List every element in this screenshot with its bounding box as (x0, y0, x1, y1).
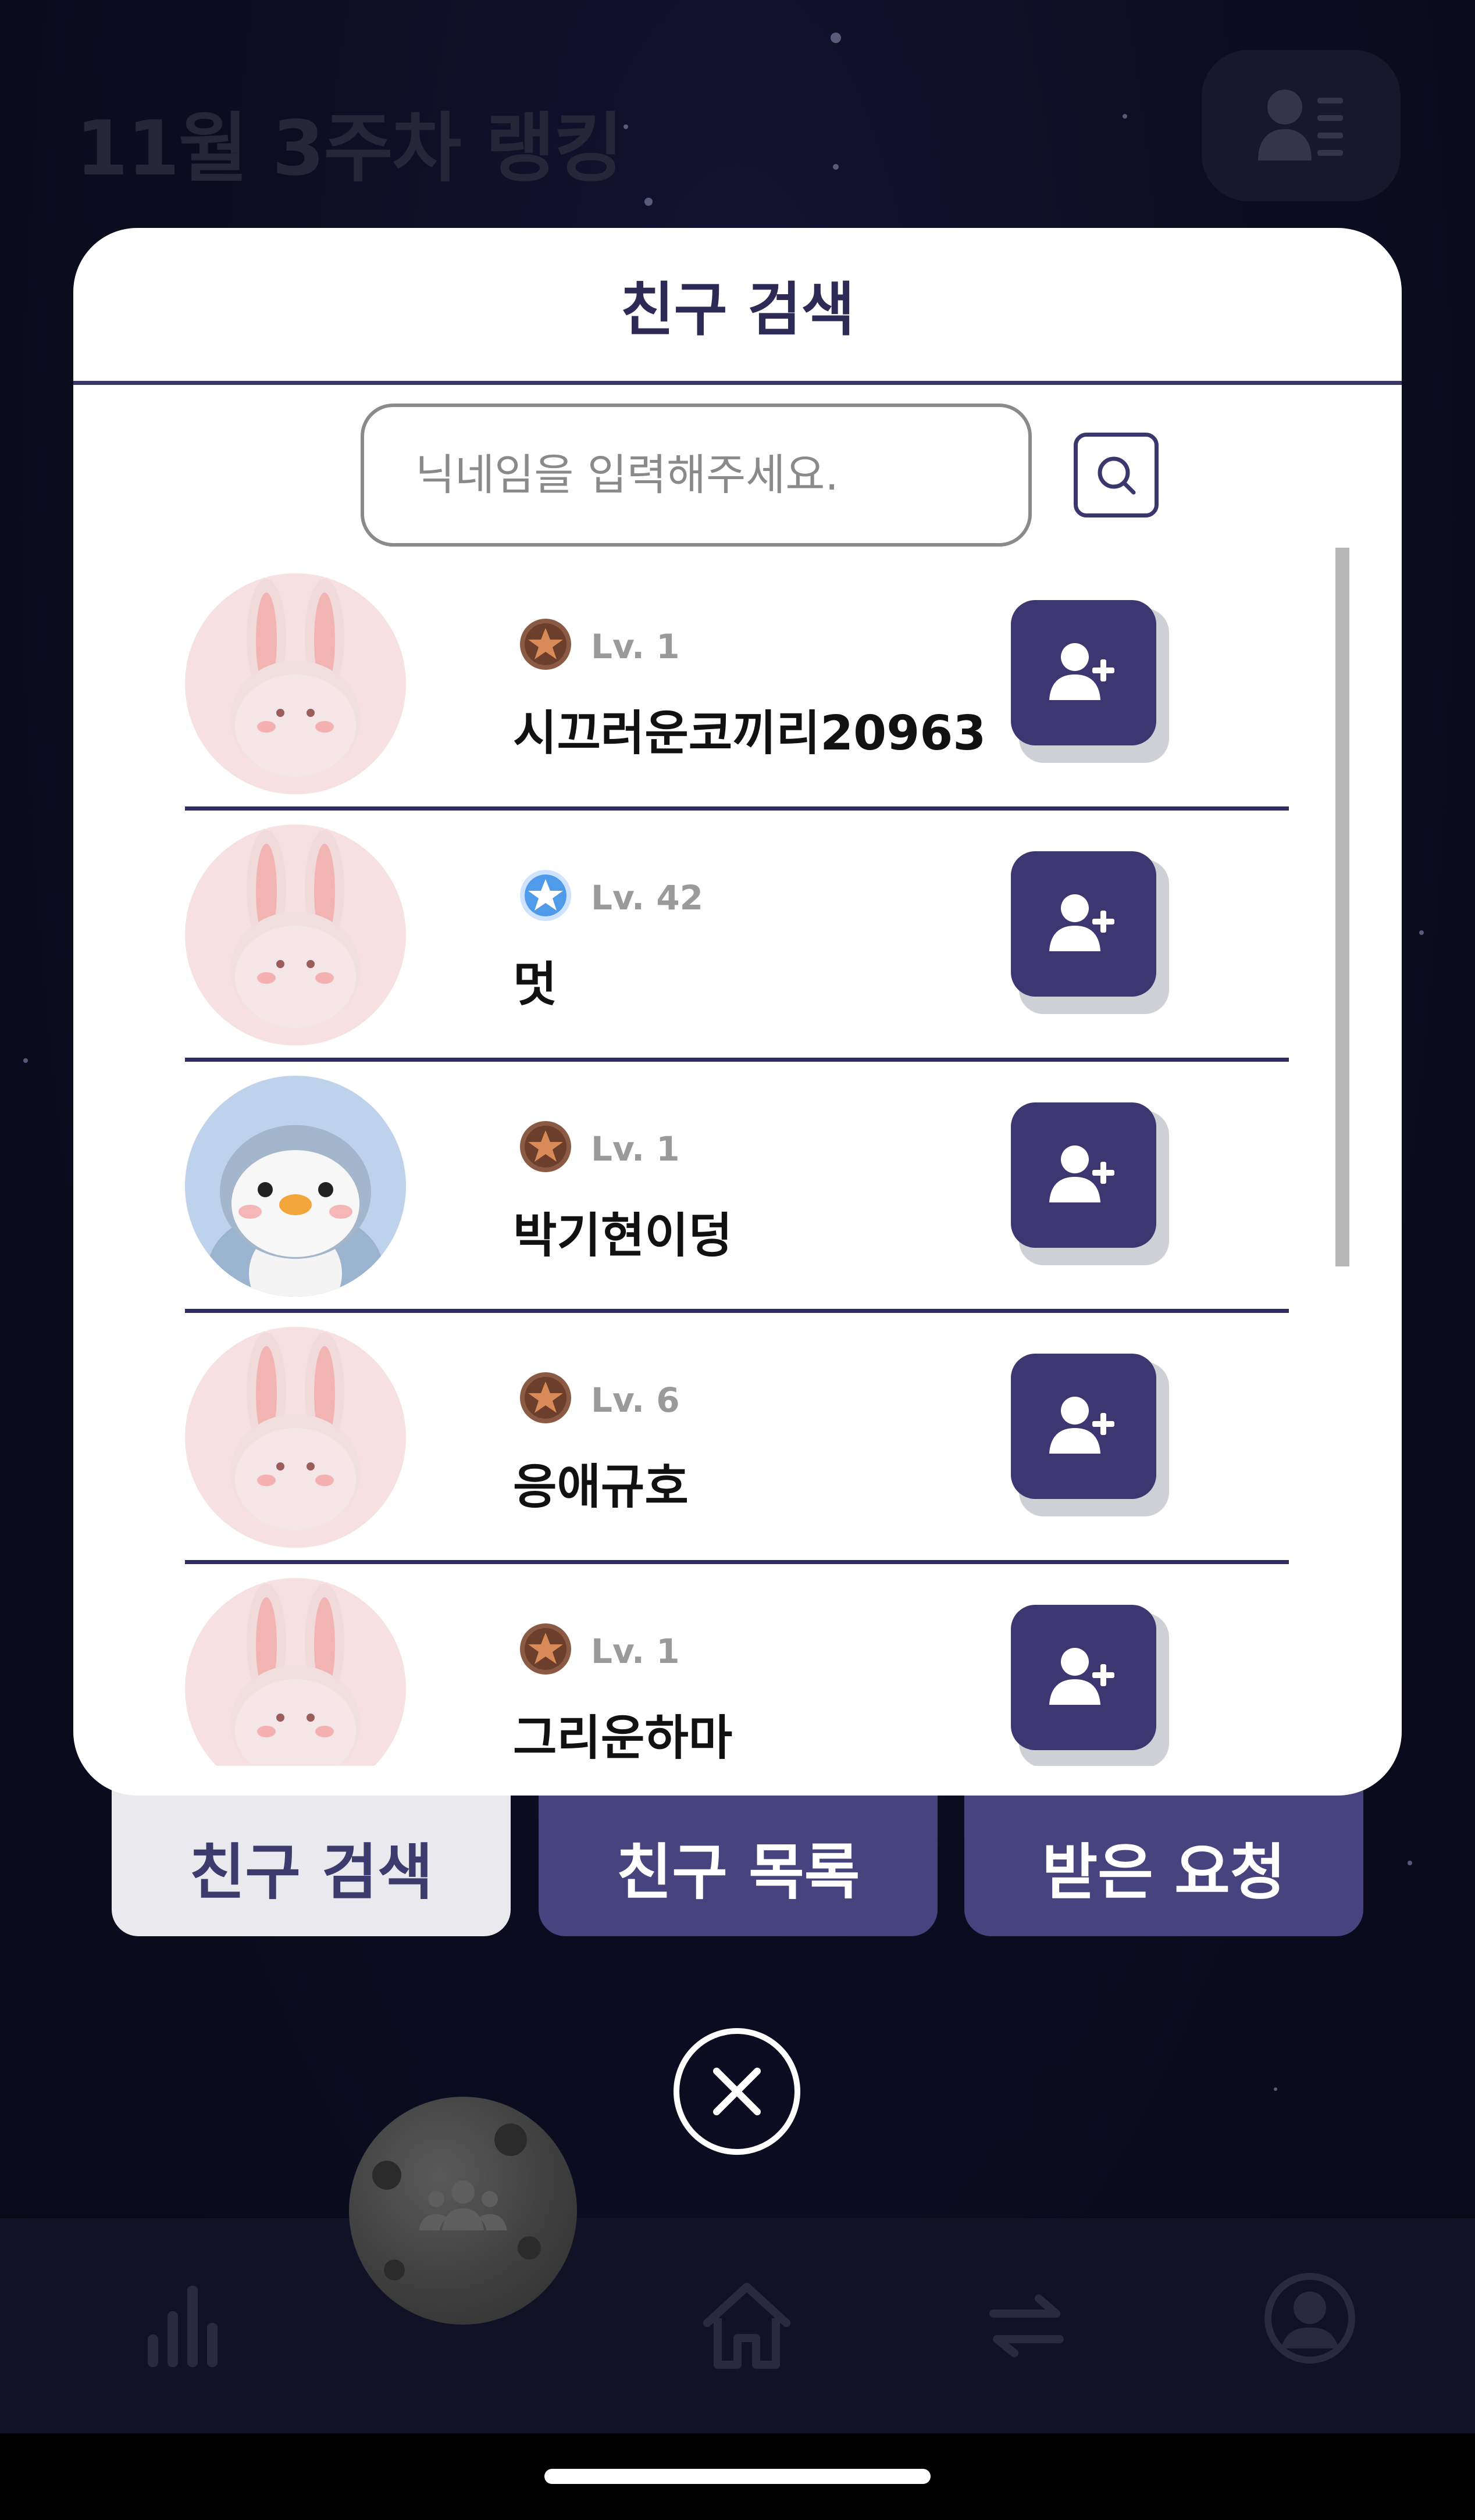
moon-crater (518, 2236, 541, 2260)
level-label: Lv. 1 (591, 1632, 680, 1671)
moon-crater (384, 2260, 405, 2280)
bronze-star-badge-icon (519, 617, 572, 671)
nickname-label: 시끄러운코끼리20963 (513, 706, 986, 761)
close-button[interactable] (674, 2028, 800, 2155)
friend-search-modal: 친구 검색 Lv. 1 시끄러운코끼리20963 Lv. 42 멋 Lv. 1 박기현이덩… (73, 228, 1402, 1796)
search-icon (1098, 456, 1136, 495)
penguin-avatar[interactable] (185, 1076, 406, 1297)
star-decoration (831, 33, 841, 43)
star-decoration (23, 1058, 28, 1063)
level-label: Lv. 1 (591, 1129, 680, 1169)
star-decoration (1123, 114, 1127, 119)
star-decoration (833, 164, 839, 170)
profile-list-button[interactable] (1202, 50, 1401, 201)
user-circle-icon[interactable] (1263, 2272, 1356, 2365)
home-icon[interactable] (701, 2282, 792, 2369)
add-friend-button[interactable] (1011, 1605, 1156, 1750)
add-friend-button[interactable] (1011, 1354, 1156, 1499)
star-decoration (1419, 930, 1424, 935)
rabbit-avatar[interactable] (185, 824, 406, 1045)
nickname-label: 그리운하마 (513, 1711, 733, 1766)
list-item: Lv. 1 그리운하마 (185, 1564, 1289, 1766)
community-moon-button[interactable] (349, 2097, 577, 2325)
nickname-label: 박기현이덩 (513, 1208, 733, 1263)
ranking-chart-icon[interactable] (144, 2282, 223, 2369)
page-title: 11월 3주차 랭킹 (76, 104, 624, 192)
level-label: Lv. 6 (591, 1380, 680, 1420)
group-icon (419, 2180, 507, 2230)
modal-title: 친구 검색 (620, 276, 855, 344)
search-button[interactable] (1074, 433, 1159, 517)
list-item: Lv. 1 시끄러운코끼리20963 (185, 559, 1289, 811)
nickname-label: 응애규호 (513, 1459, 689, 1515)
modal-header: 친구 검색 (73, 228, 1402, 385)
bottom-navigation (0, 2218, 1475, 2433)
search-results-list: Lv. 1 시끄러운코끼리20963 Lv. 42 멋 Lv. 1 박기현이덩 Lv. 6 응… (73, 559, 1402, 1766)
home-indicator[interactable] (544, 2469, 931, 2484)
star-decoration (644, 198, 653, 206)
screen: 11월 3주차 랭킹 친구 검색 친구 목록 받은 요청 친구 검색 닉네임을 … (0, 0, 1475, 2520)
level-label: Lv. 42 (591, 878, 703, 918)
blue-star-badge-icon (519, 869, 572, 922)
bronze-star-badge-icon (519, 1371, 572, 1425)
bronze-star-badge-icon (519, 1622, 572, 1676)
add-friend-button[interactable] (1011, 851, 1156, 997)
bronze-star-badge-icon (519, 1120, 572, 1173)
add-friend-button[interactable] (1011, 1102, 1156, 1248)
list-item: Lv. 6 응애규호 (185, 1313, 1289, 1564)
star-decoration (1274, 2087, 1277, 2091)
profile-list-icon (1258, 90, 1343, 160)
level-label: Lv. 1 (591, 627, 680, 666)
moon-crater (372, 2161, 401, 2190)
exchange-icon[interactable] (989, 2294, 1064, 2358)
add-friend-button[interactable] (1011, 600, 1156, 745)
nickname-search-input[interactable] (361, 404, 1032, 547)
moon-crater (494, 2123, 527, 2156)
list-item: Lv. 42 멋 (185, 811, 1289, 1062)
rabbit-avatar[interactable] (185, 1327, 406, 1548)
star-decoration (1408, 1861, 1412, 1865)
rabbit-avatar[interactable] (185, 573, 406, 794)
rabbit-avatar[interactable] (185, 1578, 406, 1766)
star-decoration (624, 124, 628, 129)
list-item: Lv. 1 박기현이덩 (185, 1062, 1289, 1313)
nickname-label: 멋 (513, 957, 557, 1012)
close-icon (713, 2068, 761, 2115)
